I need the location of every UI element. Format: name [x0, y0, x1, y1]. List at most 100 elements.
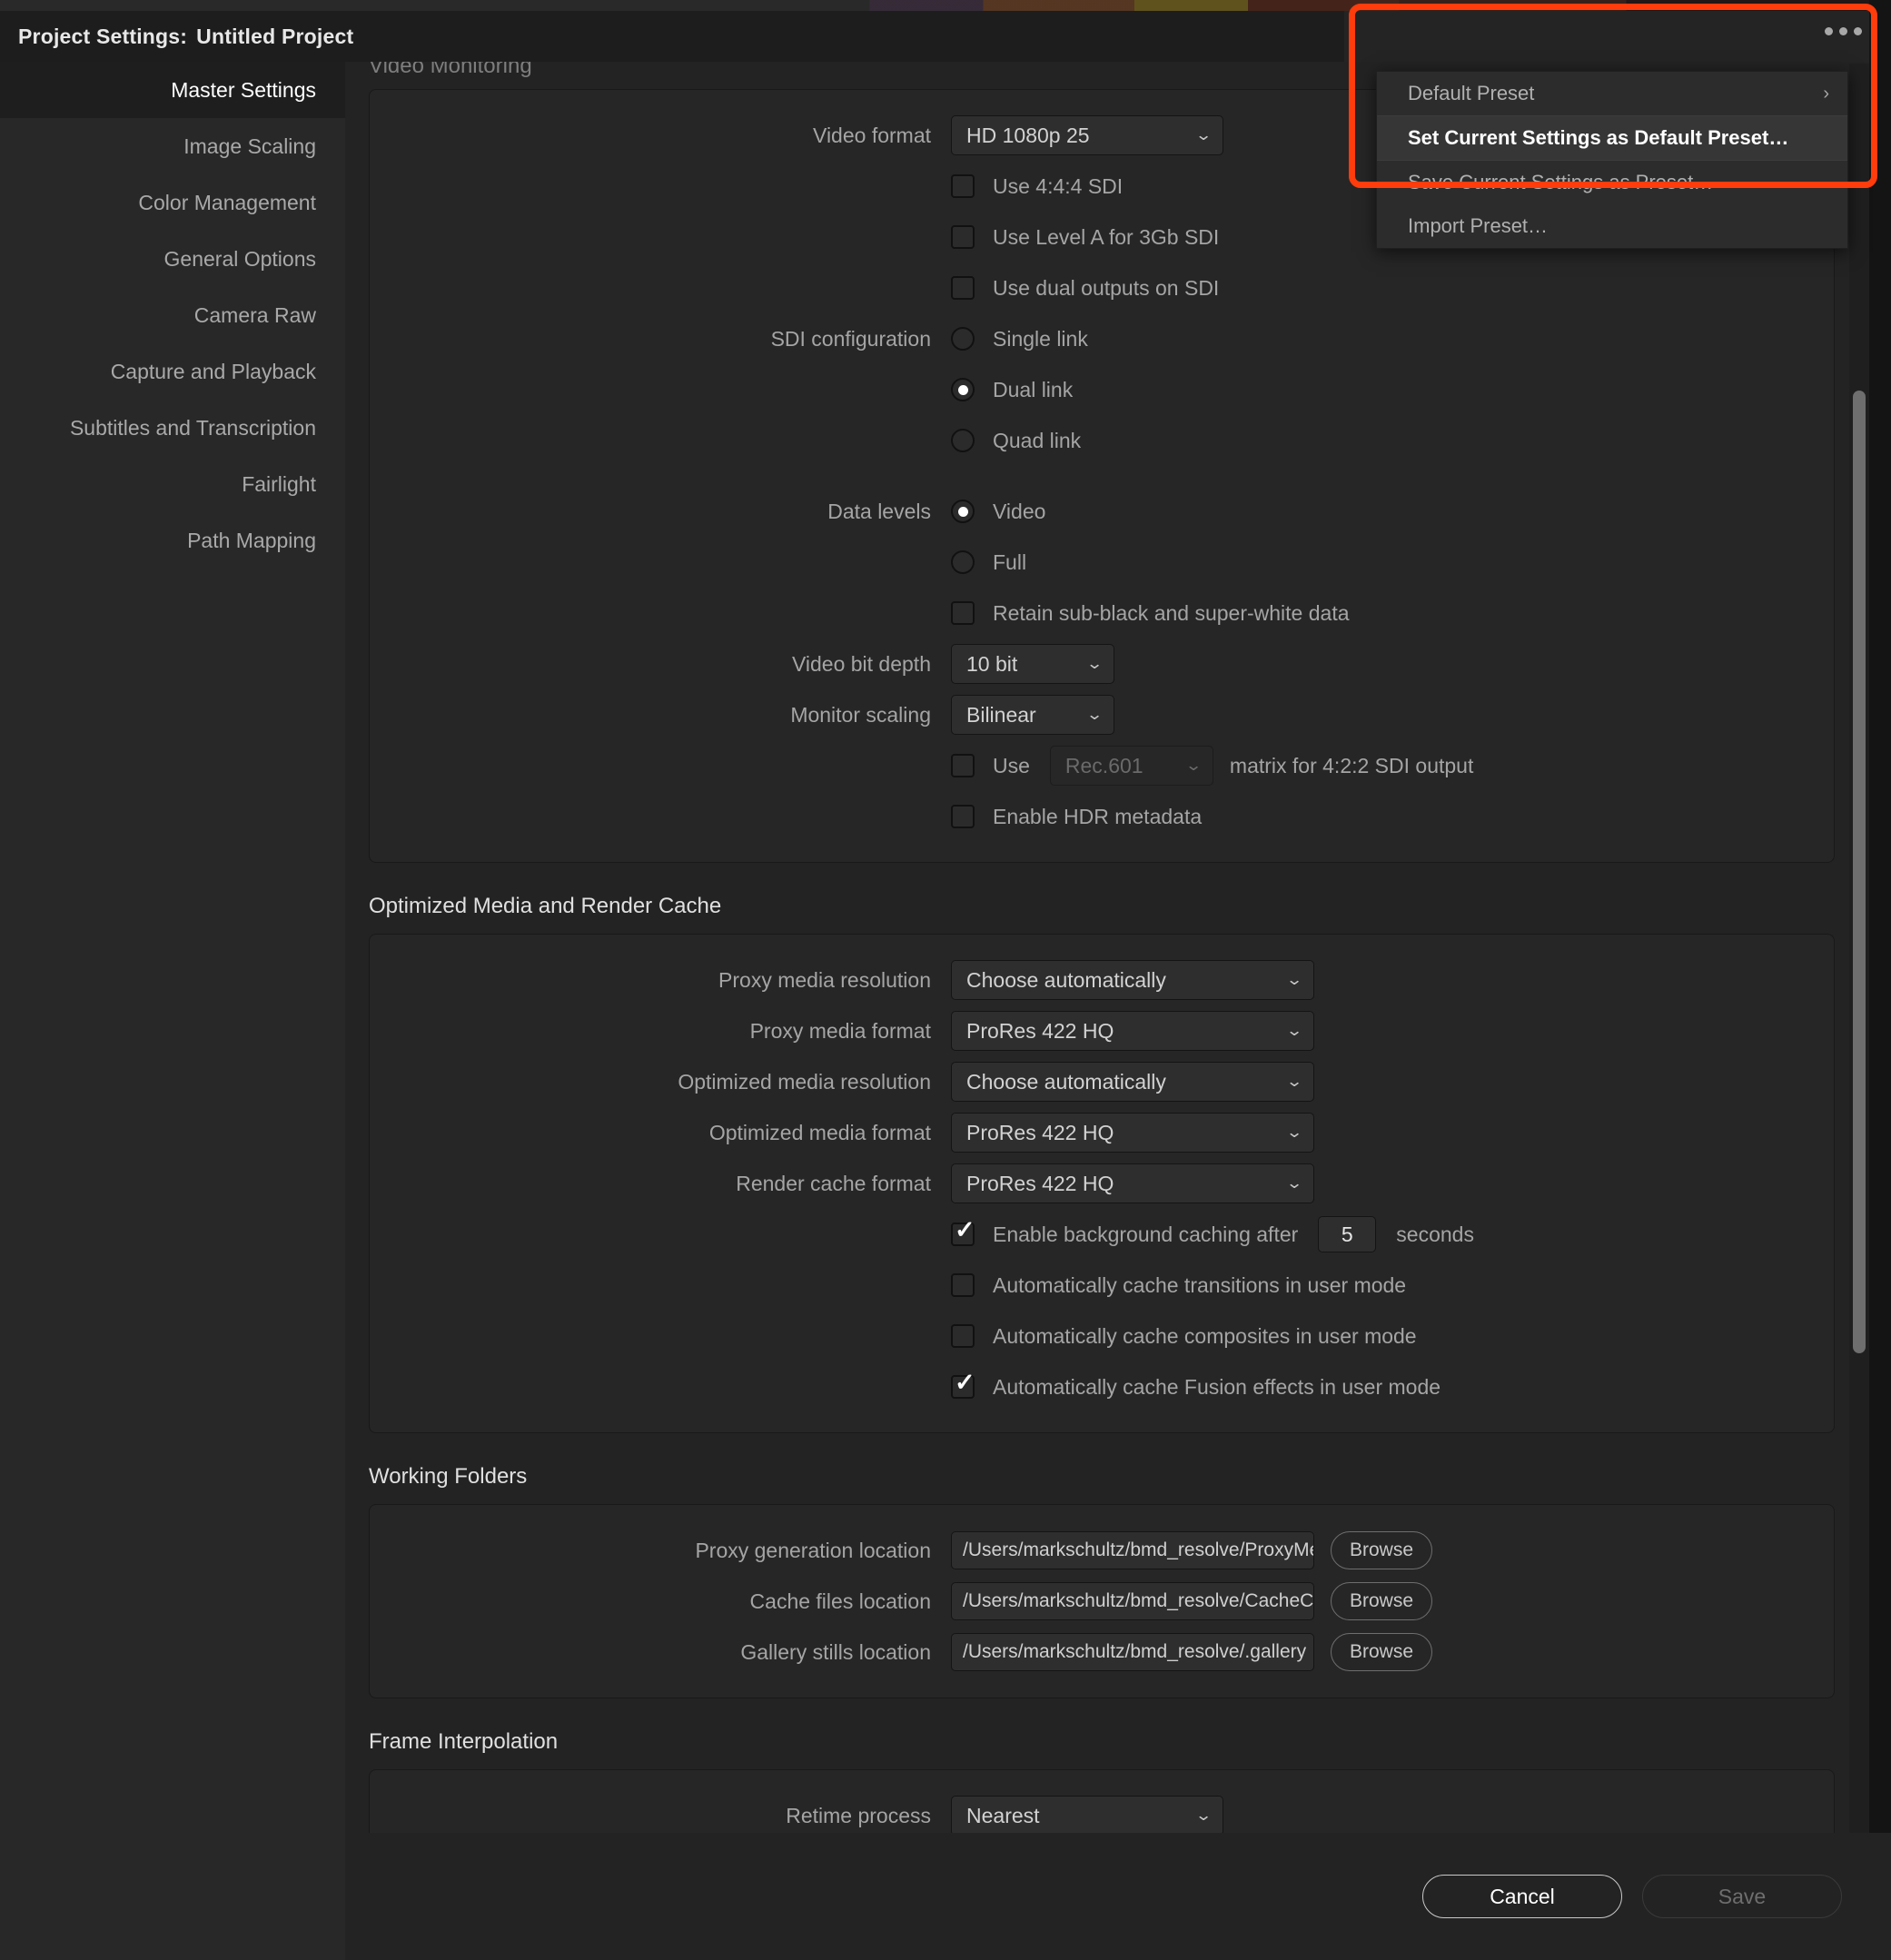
row-sdi-configuration: SDI configuration Single link [370, 313, 1834, 364]
sidebar-item-capture-and-playback[interactable]: Capture and Playback [0, 343, 345, 400]
label-sdi-configuration: SDI configuration [770, 326, 931, 351]
menu-item-set-current-as-default[interactable]: Set Current Settings as Default Preset… [1377, 116, 1847, 160]
radio-sdi-dual-link[interactable]: Dual link [951, 370, 1073, 410]
select-proxy-media-format[interactable]: ProRes 422 HQ ⌄ [951, 1011, 1314, 1051]
chevron-down-icon: ⌄ [1085, 706, 1104, 723]
select-value: ProRes 422 HQ [966, 1120, 1114, 1144]
checkbox-retain-subblack-superwhite[interactable]: Retain sub-black and super-white data [951, 590, 1350, 636]
radio-sdi-quad-link[interactable]: Quad link [951, 421, 1081, 460]
label-proxy-media-format: Proxy media format [749, 1018, 931, 1043]
input-background-caching-seconds[interactable]: 5 [1318, 1216, 1377, 1252]
browse-proxy-generation-button[interactable]: Browse [1331, 1531, 1432, 1569]
row-cache-transitions: Automatically cache transitions in user … [370, 1260, 1834, 1311]
radio-data-levels-full[interactable]: Full [951, 542, 1026, 582]
label-proxy-generation-location: Proxy generation location [695, 1538, 931, 1562]
checkbox-use-level-a-3gb-sdi[interactable]: Use Level A for 3Gb SDI [951, 214, 1219, 260]
checkbox-auto-cache-composites[interactable]: Automatically cache composites in user m… [951, 1313, 1417, 1359]
checkbox-box [951, 1273, 975, 1297]
checkbox-box [951, 601, 975, 625]
checkbox-use-matrix[interactable]: Use Rec.601 ⌄ matrix for 4:2:2 SDI outpu… [951, 743, 1473, 788]
menu-item-save-current-as-preset[interactable]: Save Current Settings as Preset… [1377, 161, 1847, 204]
menu-item-import-preset[interactable]: Import Preset… [1377, 204, 1847, 248]
section-title-frame-interpolation: Frame Interpolation [369, 1729, 559, 1754]
menu-item-label: Import Preset… [1408, 214, 1549, 237]
sidebar-item-image-scaling[interactable]: Image Scaling [0, 118, 345, 174]
row-proxy-generation-location: Proxy generation location /Users/marksch… [370, 1525, 1834, 1576]
radio-data-levels-video[interactable]: Video [951, 491, 1045, 531]
checkbox-auto-cache-transitions[interactable]: Automatically cache transitions in user … [951, 1262, 1406, 1308]
row-proxy-media-format: Proxy media format ProRes 422 HQ ⌄ [370, 1005, 1834, 1056]
row-cache-fusion: Automatically cache Fusion effects in us… [370, 1361, 1834, 1412]
checkbox-box [951, 1324, 975, 1348]
label-video-format: Video format [813, 123, 931, 147]
checkbox-box [951, 225, 975, 249]
checkbox-auto-cache-fusion-effects[interactable]: Automatically cache Fusion effects in us… [951, 1364, 1441, 1410]
select-video-format[interactable]: HD 1080p 25 ⌄ [951, 115, 1223, 155]
input-proxy-generation-location[interactable]: /Users/markschultz/bmd_resolve/ProxyMedi… [951, 1531, 1314, 1569]
row-optimized-media-resolution: Optimized media resolution Choose automa… [370, 1056, 1834, 1107]
select-value: ProRes 422 HQ [966, 1171, 1114, 1195]
checkbox-label: Enable HDR metadata [993, 804, 1203, 828]
radio-circle [951, 550, 975, 574]
select-retime-process[interactable]: Nearest ⌄ [951, 1796, 1223, 1833]
row-use-matrix: Use Rec.601 ⌄ matrix for 4:2:2 SDI outpu… [370, 740, 1834, 791]
cancel-button[interactable]: Cancel [1422, 1875, 1622, 1918]
chevron-right-icon: › [1823, 83, 1829, 104]
sidebar-item-fairlight[interactable]: Fairlight [0, 456, 345, 512]
select-matrix-standard[interactable]: Rec.601 ⌄ [1049, 746, 1213, 786]
select-monitor-scaling[interactable]: Bilinear ⌄ [951, 695, 1114, 735]
row-sdi-quad: Quad link [370, 415, 1834, 466]
window-right-edge [1869, 0, 1891, 1960]
browse-gallery-stills-button[interactable]: Browse [1331, 1633, 1432, 1671]
panel-frame-interpolation: Retime process Nearest ⌄ Motion estimati… [369, 1769, 1835, 1833]
more-options-icon[interactable] [1807, 11, 1879, 51]
save-button[interactable]: Save [1642, 1875, 1842, 1918]
checkbox-enable-hdr-metadata[interactable]: Enable HDR metadata [951, 794, 1202, 839]
select-optimized-media-resolution[interactable]: Choose automatically ⌄ [951, 1062, 1314, 1102]
radio-circle [951, 429, 975, 452]
radio-label: Single link [993, 326, 1088, 351]
select-video-bit-depth[interactable]: 10 bit ⌄ [951, 644, 1114, 684]
content-scrollbar-thumb[interactable] [1853, 391, 1866, 1353]
select-value: Bilinear [966, 702, 1036, 727]
sidebar-item-master-settings[interactable]: Master Settings [0, 62, 345, 118]
select-value: Rec.601 [1064, 753, 1144, 777]
select-render-cache-format[interactable]: ProRes 422 HQ ⌄ [951, 1163, 1314, 1203]
radio-sdi-single-link[interactable]: Single link [951, 319, 1088, 359]
checkbox-box [951, 174, 975, 198]
sidebar-item-subtitles-and-transcription[interactable]: Subtitles and Transcription [0, 400, 345, 456]
radio-label: Full [993, 549, 1027, 574]
radio-label: Video [993, 499, 1046, 523]
checkbox-enable-background-caching[interactable]: Enable background caching after 5 second… [951, 1212, 1474, 1257]
settings-content-pane[interactable]: Video Monitoring Video format HD 1080p 2… [345, 62, 1873, 1833]
row-monitor-scaling: Monitor scaling Bilinear ⌄ [370, 689, 1834, 740]
input-cache-files-location[interactable]: /Users/markschultz/bmd_resolve/CacheClip [951, 1582, 1314, 1620]
label-monitor-scaling: Monitor scaling [790, 702, 931, 727]
label-render-cache-format: Render cache format [736, 1171, 931, 1195]
checkbox-use-444-sdi[interactable]: Use 4:4:4 SDI [951, 163, 1123, 209]
input-gallery-stills-location[interactable]: /Users/markschultz/bmd_resolve/.gallery [951, 1633, 1314, 1671]
sidebar-item-color-management[interactable]: Color Management [0, 174, 345, 231]
menu-item-label: Default Preset [1408, 82, 1535, 104]
checkbox-use-dual-outputs-sdi[interactable]: Use dual outputs on SDI [951, 265, 1219, 311]
panel-working-folders: Proxy generation location /Users/marksch… [369, 1504, 1835, 1698]
chevron-down-icon: ⌄ [1194, 126, 1213, 144]
label-retime-process: Retime process [786, 1803, 931, 1827]
chevron-down-icon: ⌄ [1285, 1022, 1303, 1039]
browse-cache-files-button[interactable]: Browse [1331, 1582, 1432, 1620]
chevron-down-icon: ⌄ [1285, 1124, 1303, 1141]
row-cache-composites: Automatically cache composites in user m… [370, 1311, 1834, 1361]
label-seconds-unit: seconds [1396, 1222, 1474, 1246]
menu-item-default-preset[interactable]: Default Preset › [1377, 72, 1847, 115]
sidebar-item-camera-raw[interactable]: Camera Raw [0, 287, 345, 343]
sidebar-item-general-options[interactable]: General Options [0, 231, 345, 287]
select-optimized-media-format[interactable]: ProRes 422 HQ ⌄ [951, 1113, 1314, 1153]
label-optimized-media-resolution: Optimized media resolution [678, 1069, 931, 1094]
label-cache-files-location: Cache files location [749, 1589, 931, 1613]
kebab-dot-2 [1838, 26, 1847, 35]
select-proxy-media-resolution[interactable]: Choose automatically ⌄ [951, 960, 1314, 1000]
sidebar-item-label: Fairlight [242, 471, 316, 496]
row-render-cache-format: Render cache format ProRes 422 HQ ⌄ [370, 1158, 1834, 1209]
radio-label: Quad link [993, 428, 1082, 452]
sidebar-item-path-mapping[interactable]: Path Mapping [0, 512, 345, 569]
